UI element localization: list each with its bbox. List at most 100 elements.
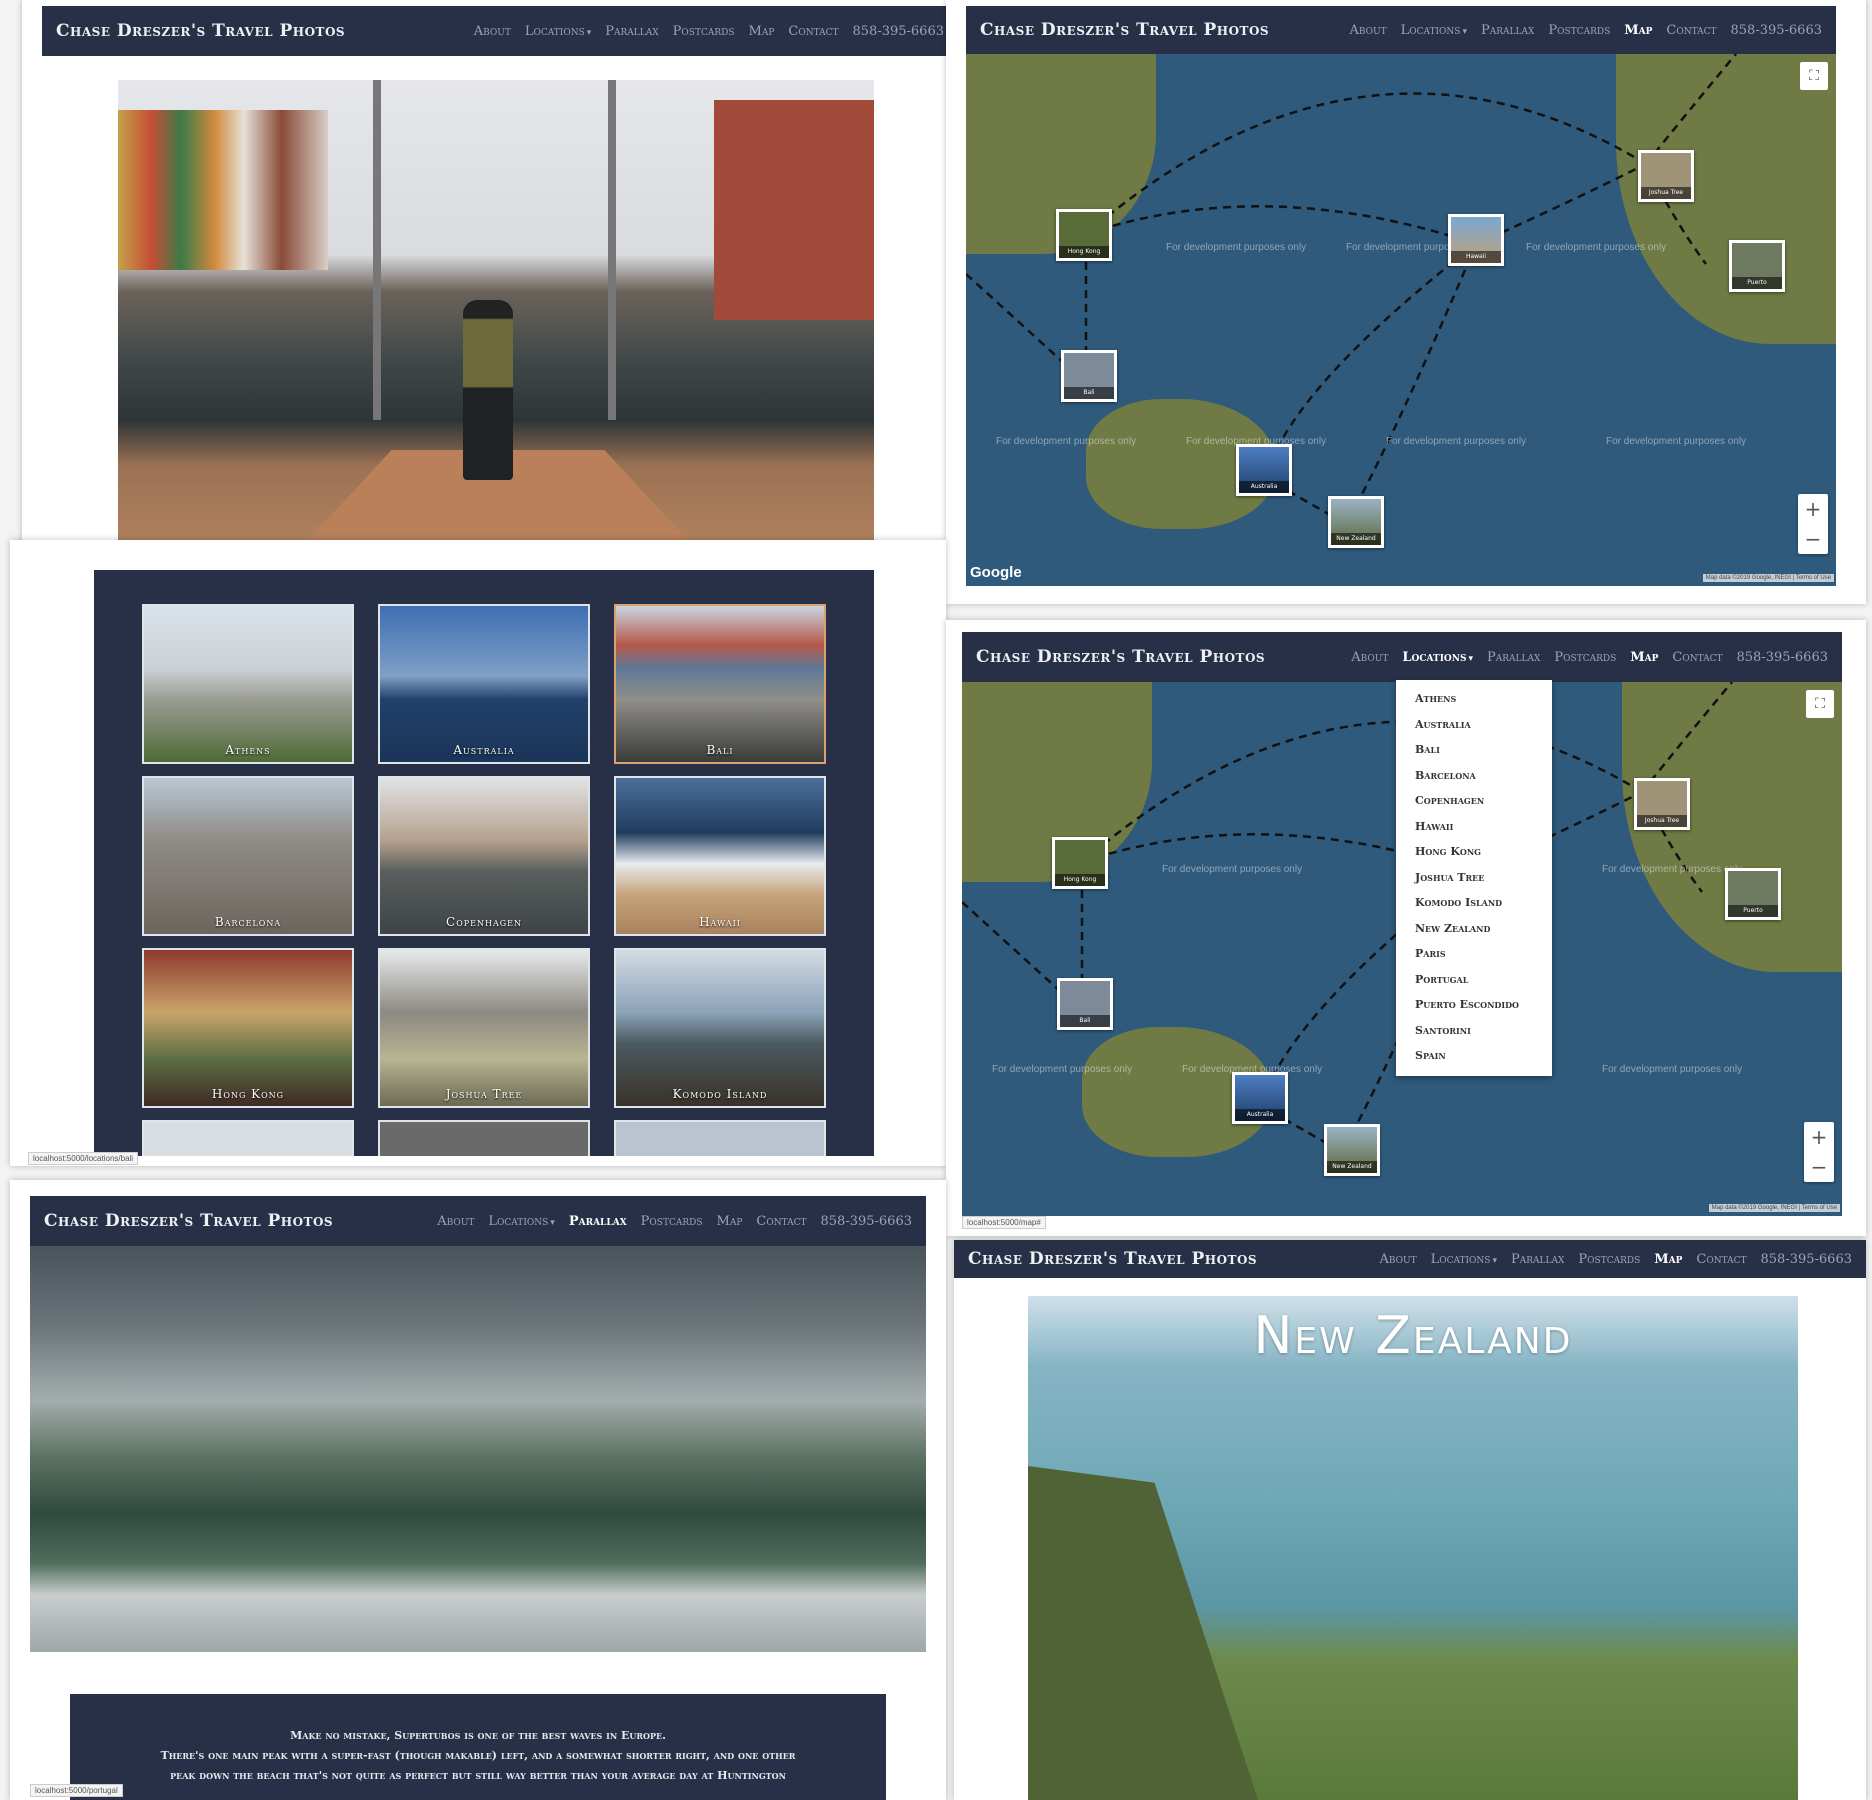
nav-about[interactable]: About — [437, 1214, 474, 1229]
dropdown-item-puerto-escondido[interactable]: Puerto Escondido — [1396, 992, 1552, 1018]
status-bar-url: localhost:5000/locations/bali — [28, 1152, 139, 1165]
brand-link[interactable]: Chase Dreszer's Travel Photos — [968, 1249, 1257, 1269]
locations-dropdown-menu: Athens Australia Bali Barcelona Copenhag… — [1396, 680, 1552, 1076]
nav-contact[interactable]: Contact — [1696, 1252, 1746, 1267]
map-marker-australia[interactable]: Australia — [1232, 1072, 1288, 1124]
tile-copenhagen[interactable]: Copenhagen — [378, 776, 590, 936]
tile-label: Hawaii — [699, 915, 741, 929]
navbar: Chase Dreszer's Travel Photos About Loca… — [954, 1240, 1866, 1278]
nav-contact[interactable]: Contact — [756, 1214, 806, 1229]
tile-bali[interactable]: Bali — [614, 604, 826, 764]
nav-map[interactable]: Map — [749, 24, 775, 39]
map-marker-new-zealand[interactable]: New Zealand — [1328, 496, 1384, 548]
nav-phone[interactable]: 858-395-6663 — [1737, 650, 1829, 665]
nav-postcards[interactable]: Postcards — [1548, 23, 1610, 38]
nav-postcards[interactable]: Postcards — [673, 24, 735, 39]
tile-partial[interactable] — [142, 1120, 354, 1156]
tile-partial[interactable] — [378, 1120, 590, 1156]
nav-map[interactable]: Map — [717, 1214, 743, 1229]
nav-postcards[interactable]: Postcards — [1554, 650, 1616, 665]
tile-joshua-tree[interactable]: Joshua Tree — [378, 948, 590, 1108]
nav-locations[interactable]: Locations ▾ — [525, 24, 591, 39]
map-marker-puerto-escondido[interactable]: Puerto Escondido — [1725, 868, 1781, 920]
tile-hawaii[interactable]: Hawaii — [614, 776, 826, 936]
map-marker-bali[interactable]: Bali — [1057, 978, 1113, 1030]
marker-label: Bali — [1060, 1015, 1110, 1027]
dropdown-item-portugal[interactable]: Portugal — [1396, 967, 1552, 993]
dropdown-item-hawaii[interactable]: Hawaii — [1396, 814, 1552, 840]
map-marker-hawaii[interactable]: Hawaii — [1448, 214, 1504, 266]
nav-links: About Locations ▾ Parallax Postcards Map … — [1349, 23, 1822, 38]
tile-label: Australia — [453, 743, 515, 757]
nav-map[interactable]: Map — [1654, 1252, 1682, 1267]
nav-contact[interactable]: Contact — [788, 24, 838, 39]
nav-parallax[interactable]: Parallax — [1511, 1252, 1564, 1267]
nav-locations[interactable]: Locations ▾ — [1431, 1252, 1497, 1267]
nav-contact[interactable]: Contact — [1672, 650, 1722, 665]
dropdown-item-new-zealand[interactable]: New Zealand — [1396, 916, 1552, 942]
map-marker-australia[interactable]: Australia — [1236, 444, 1292, 496]
nav-about[interactable]: About — [1379, 1252, 1416, 1267]
nav-phone[interactable]: 858-395-6663 — [821, 1214, 913, 1229]
dropdown-item-spain[interactable]: Spain — [1396, 1043, 1552, 1069]
tile-australia[interactable]: Australia — [378, 604, 590, 764]
nav-phone[interactable]: 858-395-6663 — [1761, 1252, 1853, 1267]
world-map[interactable]: For development purposes only For develo… — [966, 54, 1836, 586]
dropdown-item-athens[interactable]: Athens — [1396, 686, 1552, 712]
map-marker-new-zealand[interactable]: New Zealand — [1324, 1124, 1380, 1176]
nav-parallax[interactable]: Parallax — [605, 24, 658, 39]
tile-partial[interactable] — [614, 1120, 826, 1156]
map-marker-hong-kong[interactable]: Hong Kong — [1056, 209, 1112, 261]
tile-hong-kong[interactable]: Hong Kong — [142, 948, 354, 1108]
dropdown-item-santorini[interactable]: Santorini — [1396, 1018, 1552, 1044]
nav-parallax[interactable]: Parallax — [1487, 650, 1540, 665]
dropdown-item-hong-kong[interactable]: Hong Kong — [1396, 839, 1552, 865]
nav-about[interactable]: About — [474, 24, 511, 39]
map-marker-joshua-tree[interactable]: Joshua Tree — [1638, 150, 1694, 202]
nav-postcards[interactable]: Postcards — [1578, 1252, 1640, 1267]
nav-phone[interactable]: 858-395-6663 — [853, 24, 945, 39]
nav-locations[interactable]: Locations ▾ — [1401, 23, 1467, 38]
map-marker-bali[interactable]: Bali — [1061, 350, 1117, 402]
dropdown-item-komodo-island[interactable]: Komodo Island — [1396, 890, 1552, 916]
map-attribution[interactable]: Map data ©2019 Google, INEGI | Terms of … — [1708, 1204, 1840, 1212]
nav-locations[interactable]: Locations ▾ — [488, 1214, 554, 1229]
nav-map[interactable]: Map — [1630, 650, 1658, 665]
dev-watermark: For development purposes only — [1526, 242, 1667, 253]
nav-about[interactable]: About — [1351, 650, 1388, 665]
map-attribution[interactable]: Map data ©2019 Google, INEGI | Terms of … — [1702, 574, 1834, 582]
fullscreen-icon[interactable]: ⛶ — [1800, 62, 1828, 90]
tile-komodo-island[interactable]: Komodo Island — [614, 948, 826, 1108]
brand-link[interactable]: Chase Dreszer's Travel Photos — [56, 21, 345, 41]
dropdown-item-copenhagen[interactable]: Copenhagen — [1396, 788, 1552, 814]
nav-locations-label: Locations — [1430, 1251, 1491, 1267]
nav-contact[interactable]: Contact — [1666, 23, 1716, 38]
dropdown-item-barcelona[interactable]: Barcelona — [1396, 763, 1552, 789]
chevron-down-icon: ▾ — [586, 27, 592, 38]
dropdown-item-australia[interactable]: Australia — [1396, 712, 1552, 738]
zoom-out-button[interactable]: − — [1798, 524, 1828, 554]
nav-locations[interactable]: Locations ▾ — [1402, 650, 1473, 665]
map-marker-hong-kong[interactable]: Hong Kong — [1052, 837, 1108, 889]
zoom-out-button[interactable]: − — [1804, 1152, 1834, 1182]
nav-parallax[interactable]: Parallax — [569, 1214, 627, 1229]
nav-map[interactable]: Map — [1624, 23, 1652, 38]
zoom-in-button[interactable]: + — [1798, 494, 1828, 524]
nav-phone[interactable]: 858-395-6663 — [1731, 23, 1823, 38]
nav-about[interactable]: About — [1349, 23, 1386, 38]
dropdown-item-joshua-tree[interactable]: Joshua Tree — [1396, 865, 1552, 891]
status-bar-url: localhost:5000/portugal — [30, 1784, 123, 1797]
dropdown-item-paris[interactable]: Paris — [1396, 941, 1552, 967]
brand-link[interactable]: Chase Dreszer's Travel Photos — [44, 1211, 333, 1231]
zoom-in-button[interactable]: + — [1804, 1122, 1834, 1152]
nav-postcards[interactable]: Postcards — [641, 1214, 703, 1229]
brand-link[interactable]: Chase Dreszer's Travel Photos — [980, 20, 1269, 40]
fullscreen-icon[interactable]: ⛶ — [1806, 690, 1834, 718]
dropdown-item-bali[interactable]: Bali — [1396, 737, 1552, 763]
brand-link[interactable]: Chase Dreszer's Travel Photos — [976, 647, 1265, 667]
map-marker-joshua-tree[interactable]: Joshua Tree — [1634, 778, 1690, 830]
tile-barcelona[interactable]: Barcelona — [142, 776, 354, 936]
nav-parallax[interactable]: Parallax — [1481, 23, 1534, 38]
map-marker-puerto-escondido[interactable]: Puerto Escondido — [1729, 240, 1785, 292]
tile-athens[interactable]: Athens — [142, 604, 354, 764]
